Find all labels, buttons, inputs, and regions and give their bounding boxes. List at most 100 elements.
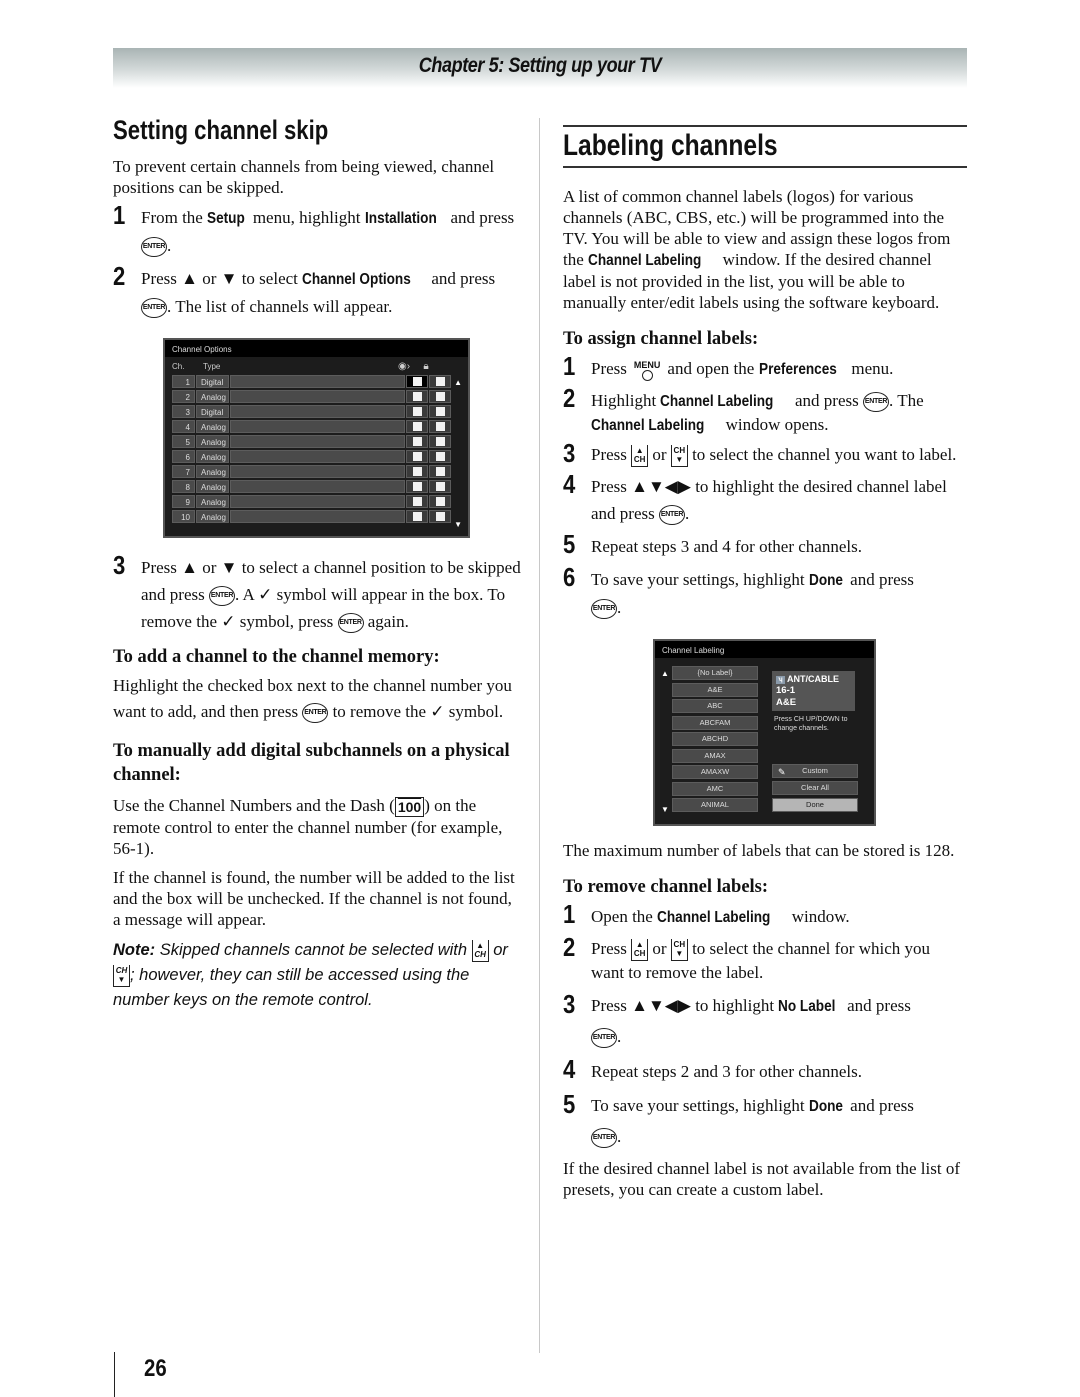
label-list-item[interactable]: ABCFAM [672,715,758,730]
channel-row[interactable]: 8 Analog [165,480,468,493]
remove-heading: To remove channel labels: [563,877,769,898]
right-column: Labeling channels A list of common chann… [563,125,967,1200]
chapter-header-band: Chapter 5: Setting up your TV [113,48,967,88]
channel-labeling-screen: Channel Labeling ▲ ▼ {No Label} A&E ABC ABC… [653,639,876,827]
add-channel-text: Highlight the checked box next to the ch… [113,673,523,725]
skip-checkbox[interactable] [406,510,428,523]
channel-name-field [230,450,405,463]
skip-checkbox[interactable] [406,390,428,403]
scroll-up-arrow-icon[interactable]: ▲ [661,669,669,678]
assign-step-1: 1 Press MENU and open the Preferences me… [563,351,894,382]
step-2: 2 Press ▲ or ▼ to select Channel Options… [113,263,523,320]
channel-number: 10 [172,510,195,523]
skip-checkbox[interactable] [406,480,428,493]
lock-checkbox[interactable] [429,450,451,463]
ch-up-button-icon: ▲ CH [631,445,649,468]
channel-number: 1 [172,375,195,388]
label-list-item[interactable]: ABCHD [672,732,758,747]
done-button[interactable]: Done [772,798,858,813]
channel-number: 3 [172,405,195,418]
enter-button-icon: ENTER [591,1128,617,1149]
lock-checkbox[interactable] [429,405,451,418]
channel-number: 8 [172,480,195,493]
skip-checkbox[interactable] [406,465,428,478]
keyword: Channel Labeling [588,252,702,269]
channel-row[interactable]: 2 Analog [165,390,468,403]
custom-button[interactable]: ✎ Custom [772,764,858,779]
channel-row[interactable]: 6 Analog [165,450,468,463]
dash-100-button-icon: 100 [394,797,425,818]
ch-down-button-icon: CH ▼ [670,939,688,962]
channel-name-field [230,435,405,448]
channel-type: Analog [196,510,229,523]
remove-step-4: 4 Repeat steps 2 and 3 for other channel… [563,1054,862,1085]
lock-checkbox[interactable] [429,390,451,403]
label-list-item[interactable]: ANIMAL [672,798,758,813]
label-list: {No Label} A&E ABC ABCFAM ABCHD AMAX AMAXW AMC A… [672,666,758,815]
channel-table-header: Ch. Type ◉› 🔒︎ [165,357,468,375]
enter-button-icon: ENTER [141,298,167,319]
channel-row[interactable]: 1 Digital [165,375,468,388]
channel-type: Analog [196,390,229,403]
lock-checkbox[interactable] [429,510,451,523]
lock-checkbox[interactable] [429,465,451,478]
lock-checkbox[interactable] [429,435,451,448]
lock-checkbox[interactable] [429,420,451,433]
channel-type: Digital [196,405,229,418]
channel-row[interactable]: 9 Analog [165,495,468,508]
enter-button-icon: ENTER [863,392,889,413]
lock-checkbox[interactable] [429,375,451,388]
channel-row[interactable]: 4 Analog [165,420,468,433]
skip-checkbox[interactable] [406,450,428,463]
col-ch: Ch. [172,361,185,371]
step-1: 1 From the Setup menu, highlight Install… [113,202,523,259]
skip-checkbox[interactable] [406,435,428,448]
skip-checkbox[interactable] [406,405,428,418]
add-channel-heading: To add a channel to the channel memory: [113,647,440,667]
remove-step-5: 5 To save your settings, highlight Done … [563,1089,967,1152]
clear-all-button[interactable]: Clear All [772,781,858,796]
antenna-icon: ʮ [776,675,785,684]
enter-button-icon: ENTER [141,237,167,258]
enter-button-icon: ENTER [658,505,685,526]
enter-button-icon: ENTER [591,1028,617,1049]
scroll-up-arrow-icon[interactable]: ▲ [454,378,462,387]
remove-step-1: 1 Open the Channel Labeling window. [563,899,850,930]
scroll-down-arrow-icon[interactable]: ▼ [454,520,462,529]
channel-name-field [230,465,405,478]
subchannels-text: Use the Channel Numbers and the Dash (10… [113,796,503,859]
section-title-rule: Labeling channels [563,125,967,168]
channel-found-text: If the channel is found, the number will… [113,868,515,930]
channel-row[interactable]: 5 Analog [165,435,468,448]
label-list-item[interactable]: AMC [672,781,758,796]
label-list-item[interactable]: {No Label} [672,666,758,681]
lock-checkbox[interactable] [429,480,451,493]
skip-checkbox[interactable] [406,495,428,508]
skip-checkbox[interactable] [406,375,428,388]
label-list-item[interactable]: A&E [672,682,758,697]
step-3: 3 Press ▲ or ▼ to select a channel posit… [113,550,523,635]
channel-row[interactable]: 3 Digital [165,405,468,418]
step-number: 3 [113,550,126,580]
eye-skip-icon: ◉› [397,360,411,372]
page-number: 26 [144,1355,167,1382]
channel-type: Analog [196,495,229,508]
label-list-item[interactable]: ABC [672,699,758,714]
subchannels-heading: To manually add digital subchannels on a… [113,741,510,785]
help-text: Press CH UP/DOWN to change channels. [774,716,848,733]
intro-text: To prevent certain channels from being v… [113,157,495,197]
assign-step-2: 2 Highlight Channel Labeling and press E… [563,383,924,434]
section-title-labeling: Labeling channels [563,129,778,162]
channel-type: Analog [196,420,229,433]
label-list-item[interactable]: AMAX [672,748,758,763]
enter-button-icon: ENTER [337,613,364,634]
keyword: Installation [364,210,437,227]
channel-row[interactable]: 7 Analog [165,465,468,478]
scroll-down-arrow-icon[interactable]: ▼ [661,805,669,814]
lock-checkbox[interactable] [429,495,451,508]
skip-checkbox[interactable] [406,420,428,433]
channel-row[interactable]: 10 Analog [165,510,468,523]
assign-step-4: 4 Press ▲▼◀▶ to highlight the desired ch… [563,471,967,527]
remove-step-2: 2 Press ▲ CH or CH ▼ to select the channel… [563,932,930,983]
label-list-item[interactable]: AMAXW [672,765,758,780]
